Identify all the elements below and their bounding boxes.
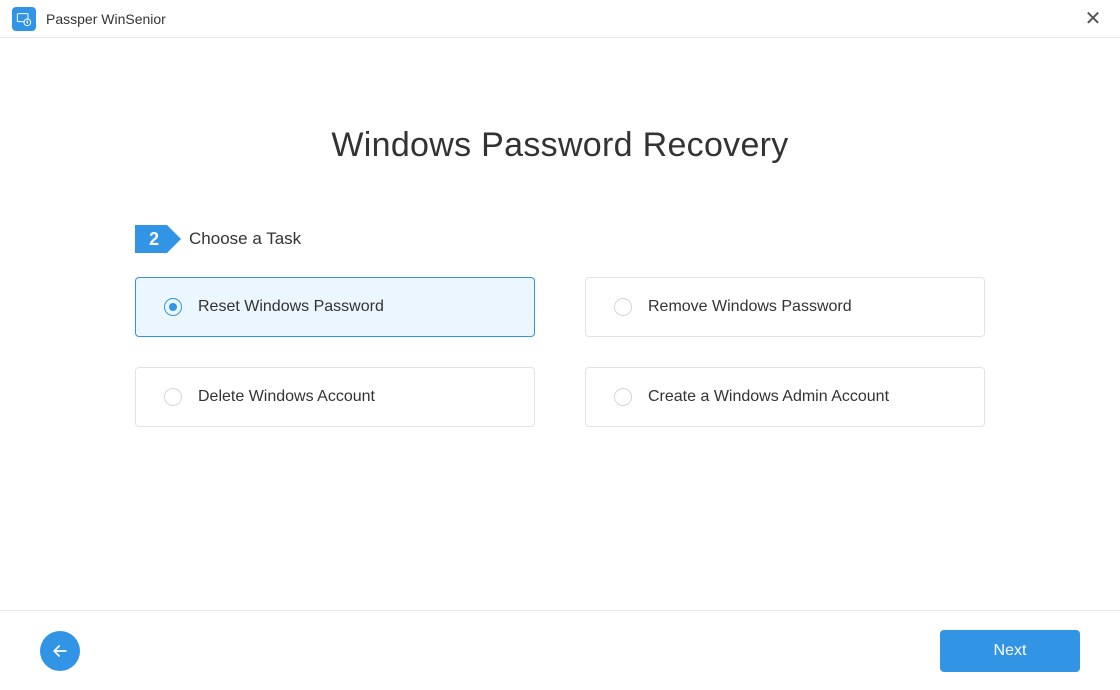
step-header: 2 Choose a Task: [135, 225, 985, 253]
app-logo-icon: [12, 7, 36, 31]
task-option-remove-password[interactable]: Remove Windows Password: [585, 277, 985, 337]
close-button[interactable]: ✕: [1078, 4, 1108, 34]
radio-icon: [164, 388, 182, 406]
radio-icon: [614, 298, 632, 316]
app-title: Passper WinSenior: [46, 11, 166, 27]
task-grid: Reset Windows Password Remove Windows Pa…: [135, 277, 985, 427]
task-option-delete-account[interactable]: Delete Windows Account: [135, 367, 535, 427]
task-label: Remove Windows Password: [648, 298, 852, 316]
titlebar: Passper WinSenior ✕: [0, 0, 1120, 38]
task-option-reset-password[interactable]: Reset Windows Password: [135, 277, 535, 337]
task-label: Create a Windows Admin Account: [648, 388, 889, 406]
arrow-left-icon: [50, 641, 70, 661]
step-number: 2: [149, 229, 159, 250]
step-number-badge: 2: [135, 225, 167, 253]
page-title: Windows Password Recovery: [135, 126, 985, 165]
radio-icon: [164, 298, 182, 316]
step-label: Choose a Task: [189, 229, 301, 249]
close-icon: ✕: [1085, 6, 1102, 31]
main-content: Windows Password Recovery 2 Choose a Tas…: [0, 38, 1120, 427]
back-button[interactable]: [40, 631, 80, 671]
radio-icon: [614, 388, 632, 406]
task-label: Delete Windows Account: [198, 388, 375, 406]
footer: Next: [0, 610, 1120, 690]
next-button[interactable]: Next: [940, 630, 1080, 672]
task-label: Reset Windows Password: [198, 298, 384, 316]
task-option-create-admin[interactable]: Create a Windows Admin Account: [585, 367, 985, 427]
radio-dot-icon: [169, 303, 177, 311]
